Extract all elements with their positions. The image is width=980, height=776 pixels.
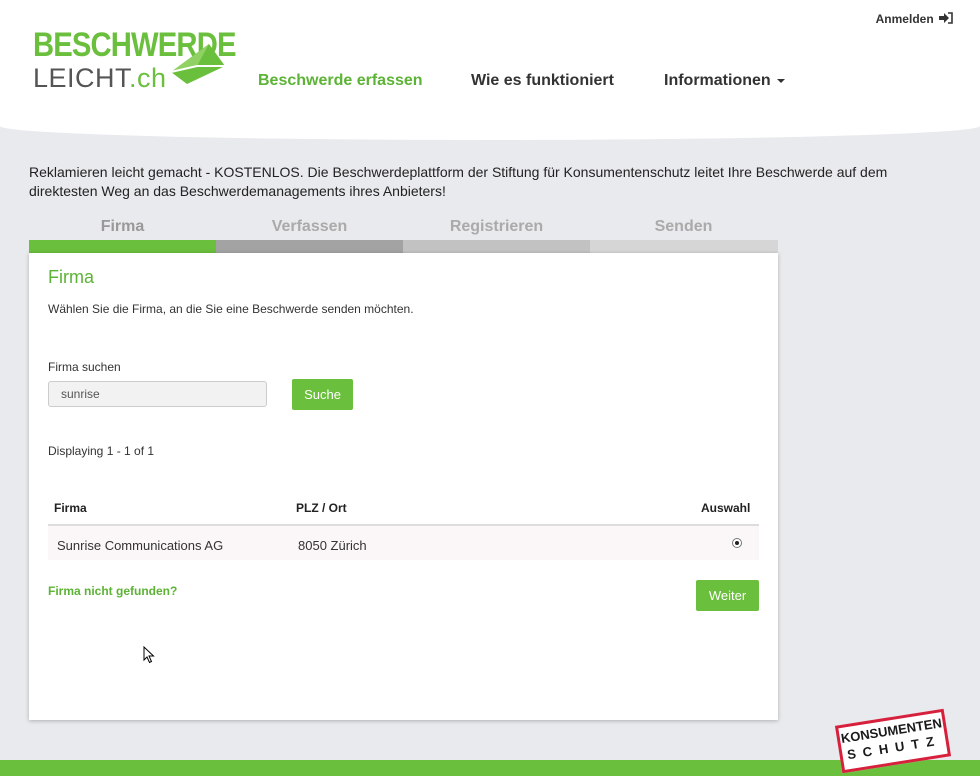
- login-label: Anmelden: [875, 12, 934, 26]
- radio-selected-dot: [735, 541, 739, 545]
- search-button[interactable]: Suche: [292, 379, 353, 410]
- results-count: Displaying 1 - 1 of 1: [48, 444, 155, 458]
- nav-wie-es-funktioniert[interactable]: Wie es funktioniert: [471, 72, 614, 90]
- step-bar-senden: [590, 240, 778, 253]
- card-description: Wählen Sie die Firma, an die Sie eine Be…: [48, 302, 414, 316]
- progress-steps: Firma Verfassen Registrieren Senden: [29, 218, 778, 254]
- login-link[interactable]: Anmelden: [876, 12, 953, 26]
- logo-line2: LEICHT.ch: [33, 63, 167, 94]
- nav-beschwerde-erfassen[interactable]: Beschwerde erfassen: [258, 72, 423, 90]
- company-search-input[interactable]: [48, 381, 267, 407]
- cell-plz-ort: 8050 Zürich: [298, 538, 367, 553]
- step-bar-firma: [29, 240, 216, 253]
- step-registrieren: Registrieren: [449, 218, 544, 235]
- caret-down-icon: [776, 78, 785, 83]
- step-bar-registrieren: [403, 240, 590, 253]
- company-not-found-link[interactable]: Firma nicht gefunden?: [48, 584, 177, 598]
- card-title: Firma: [48, 267, 94, 287]
- table-row[interactable]: Sunrise Communications AG 8050 Zürich: [48, 526, 759, 560]
- nav-informationen[interactable]: Informationen: [664, 72, 785, 90]
- column-header-auswahl: Auswahl: [701, 501, 751, 515]
- site-header: BESCHWERDE LEICHT.ch Beschwerde erfassen…: [0, 0, 980, 140]
- envelope-icon: [170, 44, 225, 84]
- intro-text: Reklamieren leicht gemacht - KOSTENLOS. …: [29, 164, 888, 199]
- step-senden: Senden: [654, 218, 713, 235]
- select-radio[interactable]: [732, 538, 742, 548]
- search-label: Firma suchen: [48, 360, 121, 374]
- column-header-plz-ort[interactable]: PLZ / Ort: [296, 501, 347, 515]
- logo-line2-suffix: .ch: [129, 63, 167, 93]
- cell-firma: Sunrise Communications AG: [57, 538, 224, 553]
- column-header-firma[interactable]: Firma: [54, 501, 87, 515]
- step-bar-verfassen: [216, 240, 403, 253]
- nav-informationen-label: Informationen: [664, 72, 771, 89]
- site-logo[interactable]: BESCHWERDE LEICHT.ch: [33, 26, 236, 96]
- step-verfassen: Verfassen: [271, 218, 348, 235]
- logo-line2-main: LEICHT: [33, 63, 130, 93]
- mouse-cursor-icon: [143, 646, 155, 664]
- footer-bar: [0, 760, 980, 776]
- next-button[interactable]: Weiter: [696, 580, 759, 611]
- step-firma: Firma: [100, 218, 145, 235]
- company-card: Firma Wählen Sie die Firma, an die Sie e…: [29, 253, 778, 720]
- sign-in-icon: [939, 12, 953, 24]
